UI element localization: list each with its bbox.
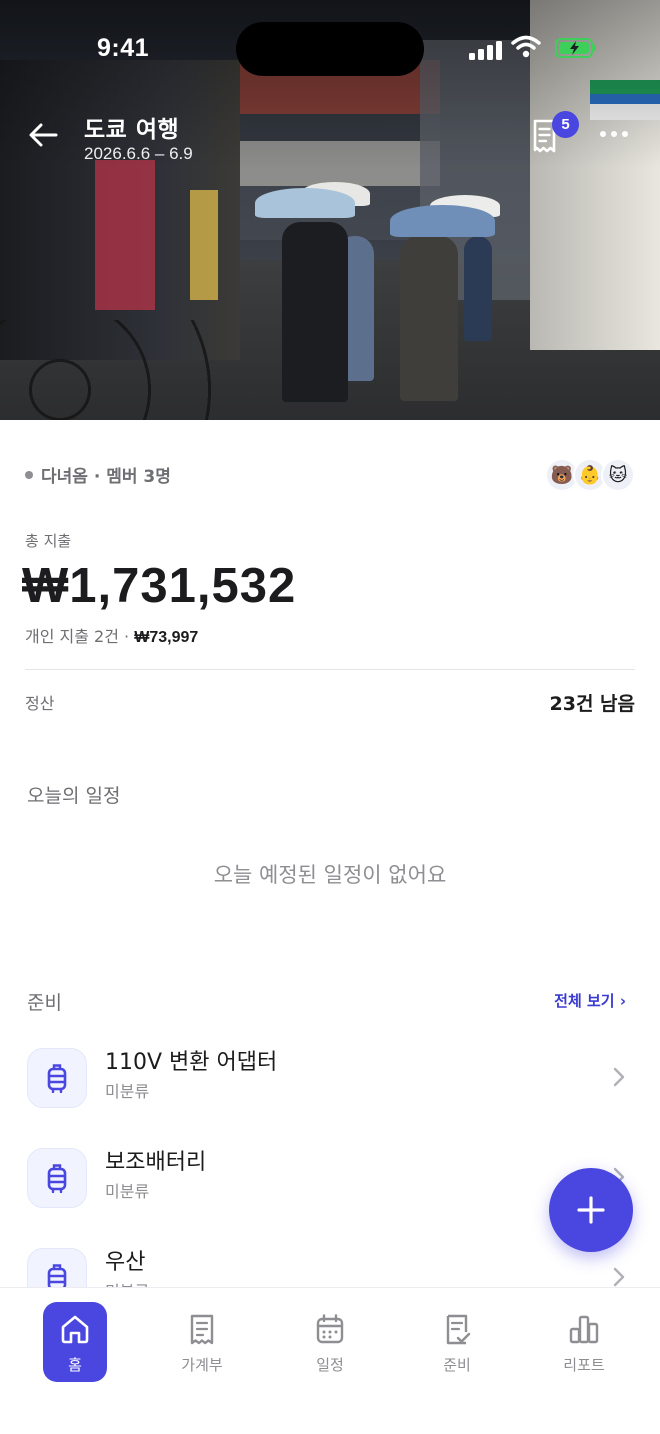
today-schedule-label: 오늘의 일정 [27, 785, 121, 807]
trip-status: 다녀옴 · 멤버 3명 [25, 462, 171, 487]
personal-expense-amount: ₩73,997 [134, 629, 199, 646]
trip-title: 도쿄 여행 [84, 117, 180, 143]
signal-icon [469, 38, 503, 60]
total-expense-amount: ₩1,731,532 [22, 559, 297, 613]
chevron-right-icon [613, 1067, 625, 1087]
nav-item-prep[interactable]: 준비 [402, 1302, 512, 1382]
trip-status-text: 다녀옴 · 멤버 3명 [41, 467, 171, 487]
nav-item-ledger[interactable]: 가계부 [147, 1302, 257, 1382]
status-dot [25, 470, 33, 479]
checklist-icon [446, 1314, 471, 1345]
nav-label: 가계부 [181, 1356, 223, 1374]
nav-label: 리포트 [563, 1356, 605, 1374]
nav-item-schedule[interactable]: 일정 [275, 1302, 385, 1382]
member-avatars[interactable]: 🐻 👶 🐱 [545, 458, 635, 492]
divider [25, 669, 635, 670]
nav-label: 홈 [68, 1356, 82, 1374]
total-expense-label: 총 지출 [25, 532, 72, 550]
trip-dates: 2026.6.6 – 6.9 [84, 144, 193, 163]
chart-icon [569, 1315, 599, 1344]
nav-label: 준비 [443, 1356, 471, 1374]
home-icon [61, 1315, 89, 1344]
settlement-label: 정산 [25, 694, 55, 713]
prep-item-name: 보조배터리 [105, 1150, 207, 1175]
view-all-link[interactable]: 전체 보기 › [554, 990, 626, 1011]
nav-item-report[interactable]: 리포트 [529, 1302, 639, 1382]
today-empty-message: 오늘 예정된 일정이 없어요 [213, 863, 447, 887]
prep-item-category: 미분류 [105, 1082, 150, 1101]
bottom-nav: 홈 가계부 일정 준비 리포트 [0, 1287, 660, 1434]
battery-icon [555, 38, 596, 58]
nav-item-home[interactable]: 홈 [43, 1302, 107, 1382]
luggage-icon [27, 1048, 87, 1108]
dynamic-island [236, 22, 424, 76]
back-button[interactable] [26, 118, 60, 152]
luggage-icon [27, 1148, 87, 1208]
receipt-count-badge: 5 [552, 111, 579, 138]
prep-item-name: 우산 [105, 1250, 146, 1275]
add-button[interactable] [549, 1168, 633, 1252]
settlement-remaining[interactable]: 23건 남음 [550, 689, 636, 716]
prep-item-category: 미분류 [105, 1182, 150, 1201]
more-button[interactable] [600, 122, 636, 146]
status-time: 9:41 [97, 34, 150, 62]
prep-section-label: 준비 [27, 992, 62, 1014]
prep-item[interactable]: 110V 변환 어댑터 미분류 [0, 1040, 660, 1120]
calendar-icon [316, 1314, 344, 1344]
personal-expense-label: 개인 지출 2건 · [25, 627, 135, 646]
chevron-right-icon [613, 1267, 625, 1287]
wifi-icon [511, 35, 541, 58]
nav-label: 일정 [316, 1356, 344, 1374]
plus-icon [577, 1196, 605, 1224]
prep-item-name: 110V 변환 어댑터 [105, 1050, 278, 1075]
avatar: 🐱 [601, 458, 635, 492]
receipt-icon [190, 1314, 214, 1345]
personal-expense: 개인 지출 2건 · ₩73,997 [25, 623, 198, 647]
